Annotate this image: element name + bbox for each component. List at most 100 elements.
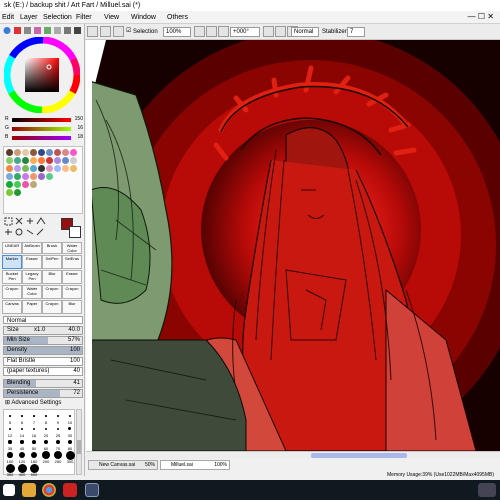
swatch[interactable]: [22, 165, 29, 172]
sai-app-icon[interactable]: [85, 483, 99, 497]
menu-layer[interactable]: Layer: [20, 13, 38, 22]
brush-size-preset[interactable]: [32, 440, 36, 444]
blend-mode-dropdown[interactable]: Normal: [3, 316, 83, 324]
tool-crayon-3[interactable]: Crayon: [62, 285, 82, 299]
window-controls[interactable]: — ☐ ✕: [468, 12, 494, 21]
swatch[interactable]: [70, 165, 77, 172]
toolbar-invert-icon[interactable]: [113, 26, 124, 37]
rotate-right-icon[interactable]: [275, 26, 286, 37]
swatch[interactable]: [70, 157, 77, 164]
swatch[interactable]: [6, 181, 13, 188]
swatch[interactable]: [30, 149, 37, 156]
persistence-slider[interactable]: Persistence 72: [3, 389, 83, 398]
swatch[interactable]: [6, 149, 13, 156]
green-slider[interactable]: [12, 127, 71, 131]
brush-shape-select[interactable]: Flat Bristle 100: [3, 357, 83, 366]
tool-eraser[interactable]: Eraser: [22, 255, 42, 269]
toolbar-grid-icon[interactable]: [87, 26, 98, 37]
drawing-canvas[interactable]: [86, 40, 500, 451]
brush-size-preset[interactable]: [69, 415, 71, 417]
brush-size-preset[interactable]: [33, 415, 35, 417]
menu-view[interactable]: View: [104, 13, 119, 22]
swatch[interactable]: [22, 157, 29, 164]
swatch[interactable]: [30, 157, 37, 164]
brush-size-preset[interactable]: [8, 440, 12, 444]
secondary-color-swatch[interactable]: [69, 226, 81, 238]
color-wheel[interactable]: [3, 36, 81, 114]
blue-value[interactable]: 18: [77, 134, 83, 140]
swatch[interactable]: [46, 165, 53, 172]
texture-select[interactable]: (paper textures) 40: [3, 367, 83, 376]
density-slider[interactable]: Density 100: [3, 346, 83, 355]
menu-window[interactable]: Window: [131, 13, 156, 22]
size-slider[interactable]: Size x1.0 40.0: [3, 326, 83, 335]
tool-paper[interactable]: Paper: [22, 300, 42, 314]
brush-size-preset[interactable]: [57, 415, 59, 417]
brush-size-preset[interactable]: [32, 427, 36, 431]
brush-size-preset[interactable]: [43, 439, 49, 445]
tool-crayon-2[interactable]: Crayon: [42, 285, 62, 299]
tool-blur-2[interactable]: Blur: [62, 300, 82, 314]
red-channel[interactable]: R 150: [3, 116, 83, 123]
canvas-horizontal-scrollbar[interactable]: [86, 451, 500, 459]
checkbox-icon[interactable]: ☑: [126, 26, 131, 37]
tool-bucket-pen[interactable]: Bucket Pen: [2, 270, 22, 284]
swatch[interactable]: [22, 149, 29, 156]
tool-seleras[interactable]: SelEras: [62, 255, 82, 269]
zoom-out-icon[interactable]: [194, 26, 205, 37]
swatch-palette[interactable]: [3, 146, 83, 214]
presets-scrollbar[interactable]: [76, 409, 82, 475]
swatch[interactable]: [14, 181, 21, 188]
swatch[interactable]: [22, 173, 29, 180]
red-value[interactable]: 150: [75, 116, 83, 122]
swatch[interactable]: [6, 173, 13, 180]
zoom-reset-icon[interactable]: [218, 26, 229, 37]
swatch[interactable]: [46, 157, 53, 164]
tool-blur[interactable]: Blur: [42, 270, 62, 284]
swatch[interactable]: [62, 157, 69, 164]
tool-airbrush[interactable]: AirBrush: [22, 242, 42, 254]
tool-selpen[interactable]: SelPen: [42, 255, 62, 269]
file-explorer-icon[interactable]: [22, 483, 36, 497]
brush-size-preset[interactable]: [56, 427, 60, 431]
start-icon[interactable]: [3, 484, 15, 496]
brush-size-preset[interactable]: [21, 415, 23, 417]
swatch[interactable]: [46, 149, 53, 156]
menu-selection[interactable]: Selection: [43, 13, 72, 22]
brush-size-preset[interactable]: [67, 439, 73, 445]
swatch[interactable]: [6, 189, 13, 196]
swatch[interactable]: [14, 165, 21, 172]
brush-size-preset[interactable]: [30, 451, 38, 459]
swatch[interactable]: [38, 157, 45, 164]
brush-size-preset[interactable]: [20, 427, 24, 431]
swatch[interactable]: [54, 149, 61, 156]
taskbar-app-icon[interactable]: [63, 483, 77, 497]
brush-size-preset[interactable]: [42, 451, 50, 459]
green-value[interactable]: 16: [77, 125, 83, 131]
tool-watercolor-2[interactable]: Water Color: [22, 285, 42, 299]
tool-crayon[interactable]: Crayon: [2, 285, 22, 299]
swatch[interactable]: [62, 149, 69, 156]
tool-eraser-2[interactable]: Eraser: [62, 270, 82, 284]
swatch[interactable]: [38, 165, 45, 172]
swatch[interactable]: [14, 157, 21, 164]
swatch[interactable]: [14, 173, 21, 180]
toolbar-deselect-icon[interactable]: [100, 26, 111, 37]
red-slider[interactable]: [12, 118, 71, 122]
swatch[interactable]: [6, 157, 13, 164]
swatch[interactable]: [14, 149, 21, 156]
tool-brush[interactable]: Brush: [42, 242, 62, 254]
size-multiplier[interactable]: x1.0: [34, 327, 45, 334]
rotation-field[interactable]: +000°: [230, 27, 260, 37]
blue-slider[interactable]: [12, 136, 71, 140]
brush-size-preset[interactable]: [55, 439, 61, 445]
swatch[interactable]: [46, 173, 53, 180]
zoom-in-icon[interactable]: [206, 26, 217, 37]
chrome-icon[interactable]: [42, 483, 56, 497]
blend-mode-select[interactable]: Normal: [291, 27, 319, 37]
rotate-left-icon[interactable]: [263, 26, 274, 37]
brush-size-preset[interactable]: [44, 427, 48, 431]
stabilizer-select[interactable]: 7: [347, 27, 365, 37]
brush-size-preset[interactable]: [68, 427, 72, 431]
color-mode-tabs[interactable]: [2, 26, 82, 35]
